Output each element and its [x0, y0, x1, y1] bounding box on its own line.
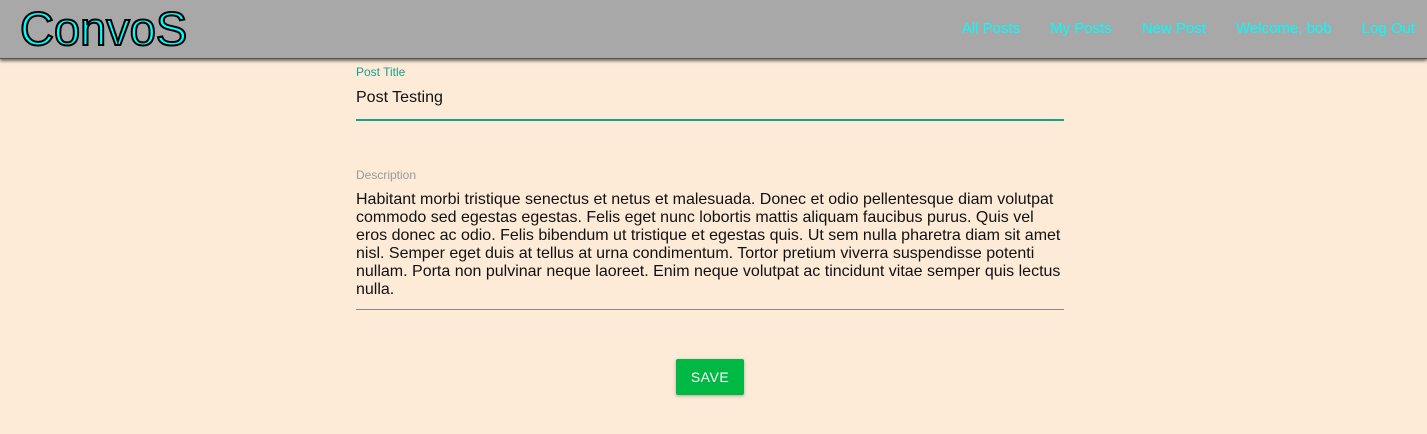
description-label: Description [356, 168, 417, 182]
post-title-label: Post Title [356, 65, 406, 79]
nav-my-posts[interactable]: My Posts [1050, 19, 1112, 39]
nav-log-out[interactable]: Log Out [1362, 19, 1415, 39]
post-title-input[interactable]: Post Testing [356, 88, 443, 108]
nav-welcome-user[interactable]: Welcome, bob [1236, 19, 1332, 39]
nav-links: All Posts My Posts New Post Welcome, bob… [932, 19, 1415, 39]
description-textarea[interactable]: Habitant morbi tristique senectus et net… [356, 191, 1064, 299]
post-title-underline [356, 119, 1064, 121]
save-button[interactable]: SAVE [676, 359, 744, 395]
description-underline [356, 309, 1064, 310]
navbar: ConvoS All Posts My Posts New Post Welco… [0, 0, 1427, 59]
nav-all-posts[interactable]: All Posts [962, 19, 1020, 39]
app-logo[interactable]: ConvoS [19, 2, 188, 56]
nav-new-post[interactable]: New Post [1142, 19, 1206, 39]
